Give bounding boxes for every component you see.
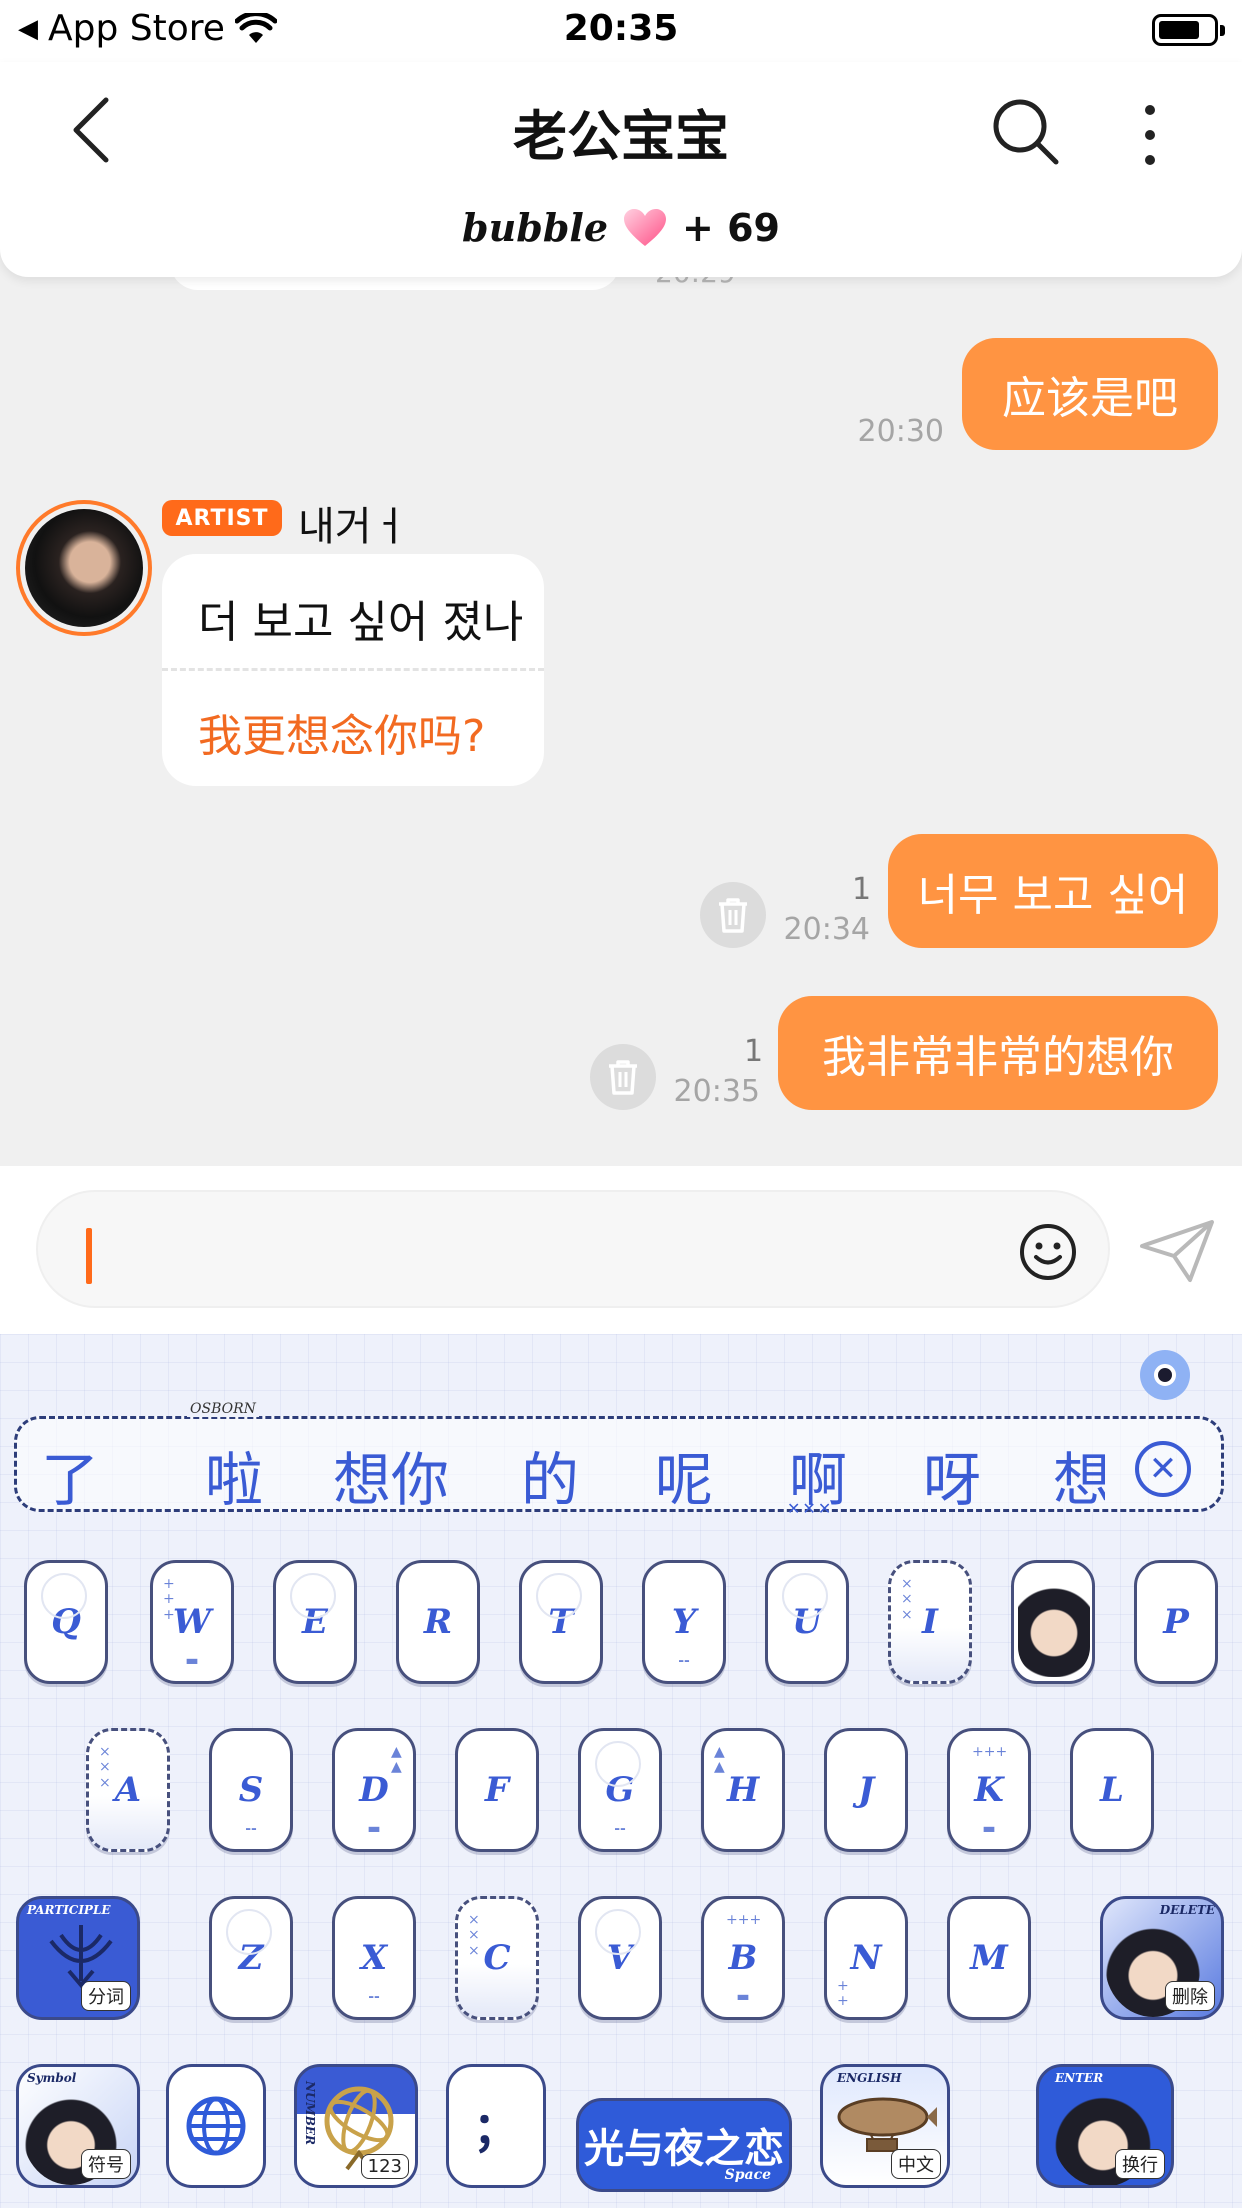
bubble-logo: bubble xyxy=(462,205,608,250)
keyboard: OSBORN 了 啦 想你 的 呢 啊 呀 想 ✕ ✕✕✕ Q + + + W ▬ E … xyxy=(0,1334,1242,2208)
delete-key[interactable]: DELETE 删除 xyxy=(1100,1896,1224,2020)
candidate-word[interactable]: 呢 xyxy=(655,1433,713,1517)
outgoing-message-3[interactable]: 我非常非常的想你 xyxy=(778,996,1218,1110)
key-o[interactable] xyxy=(1011,1560,1095,1684)
outgoing-message-1[interactable]: 应该是吧 xyxy=(962,338,1218,450)
key-f[interactable]: F xyxy=(455,1728,539,1852)
key-y[interactable]: Y -- xyxy=(642,1560,726,1684)
candidate-bar: OSBORN 了 啦 想你 的 呢 啊 呀 想 ✕ ✕✕✕ xyxy=(14,1401,1224,1518)
key-x[interactable]: X -- xyxy=(332,1896,416,2020)
emoji-icon[interactable] xyxy=(1018,1222,1078,1282)
key-h[interactable]: ▲ ▲ H xyxy=(701,1728,785,1852)
close-candidates-icon[interactable]: ✕ xyxy=(1135,1441,1191,1497)
key-r[interactable]: R xyxy=(396,1560,480,1684)
symbol-key[interactable]: Symbol 符号 xyxy=(16,2064,140,2188)
artist-avatar[interactable] xyxy=(16,500,152,636)
key-k[interactable]: +++ K ▬ xyxy=(947,1728,1031,1852)
artist-badge: ARTIST xyxy=(162,500,282,536)
read-count-2: 1 xyxy=(852,872,872,907)
key-u[interactable]: U xyxy=(765,1560,849,1684)
key-v[interactable]: V xyxy=(578,1896,662,2020)
number-key[interactable]: NUMBER 123 xyxy=(294,2064,418,2188)
english-key[interactable]: ENGLISH 中文 xyxy=(820,2064,950,2188)
text-caret xyxy=(86,1228,92,1284)
chibi-character-icon xyxy=(1018,1567,1090,1677)
message-time-2: 20:34 xyxy=(783,912,870,947)
incoming-message-translation: 我更想念你吗? xyxy=(198,711,486,762)
space-key-logo: 光与夜之恋 xyxy=(584,2125,784,2172)
heart-icon xyxy=(624,208,666,246)
candidate-bar-decoration: ✕✕✕ xyxy=(787,1499,834,1518)
outgoing-message-2[interactable]: 너무 보고 싶어 xyxy=(888,834,1218,948)
artist-name: 내거ㅓ xyxy=(298,504,409,550)
chat-header: 老公宝宝 bubble + 69 xyxy=(0,62,1242,277)
incoming-message[interactable]: 더 보고 싶어 졌나 我更想念你吗? xyxy=(162,554,544,786)
keyboard-mascot-icon[interactable] xyxy=(1140,1350,1190,1400)
delete-message-icon[interactable] xyxy=(700,882,766,948)
bubble-count: + 69 xyxy=(682,205,780,250)
candidate-word[interactable]: 想 xyxy=(1053,1433,1105,1517)
message-input[interactable] xyxy=(36,1190,1110,1308)
semicolon-key[interactable]: ； xyxy=(446,2064,546,2188)
key-p[interactable]: P xyxy=(1134,1560,1218,1684)
battery-icon xyxy=(1152,14,1225,46)
message-time-1: 20:30 xyxy=(857,414,944,449)
key-t[interactable]: T xyxy=(519,1560,603,1684)
key-g[interactable]: G -- xyxy=(578,1728,662,1852)
candidate-word[interactable]: 的 xyxy=(521,1433,579,1517)
search-icon[interactable] xyxy=(990,96,1060,166)
key-n[interactable]: + + N xyxy=(824,1896,908,2020)
key-w[interactable]: + + + W ▬ xyxy=(150,1560,234,1684)
key-i[interactable]: × × × I xyxy=(888,1560,972,1684)
message-time-3: 20:35 xyxy=(673,1074,760,1109)
globe-key[interactable] xyxy=(166,2064,266,2188)
key-c[interactable]: × × × C xyxy=(455,1896,539,2020)
read-count-3: 1 xyxy=(744,1034,764,1069)
incoming-message-text: 더 보고 싶어 졌나 xyxy=(198,597,524,648)
send-icon[interactable] xyxy=(1138,1218,1216,1284)
space-key[interactable]: 光与夜之恋 Space xyxy=(576,2098,792,2192)
key-d[interactable]: ▲ ▲ D ▬ xyxy=(332,1728,416,1852)
message-input-area xyxy=(0,1166,1242,1334)
candidate-word[interactable]: 呀 xyxy=(923,1433,981,1517)
status-bar: ◀ App Store 20:35 xyxy=(0,0,1242,62)
candidate-word[interactable]: 想你 xyxy=(333,1433,449,1517)
key-j[interactable]: J xyxy=(824,1728,908,1852)
key-e[interactable]: E xyxy=(273,1560,357,1684)
key-q[interactable]: Q xyxy=(24,1560,108,1684)
bubble-counter[interactable]: bubble + 69 xyxy=(0,205,1242,250)
key-l[interactable]: L xyxy=(1070,1728,1154,1852)
globe-icon xyxy=(186,2096,246,2156)
translation-divider xyxy=(162,668,544,671)
participle-key[interactable]: PARTICIPLE 分词 xyxy=(16,1896,140,2020)
candidate-bar-label: OSBORN xyxy=(187,1401,259,1417)
key-b[interactable]: +++ B ▬ xyxy=(701,1896,785,2020)
enter-key[interactable]: ENTER 换行 xyxy=(1036,2064,1174,2188)
key-a[interactable]: × × × A xyxy=(86,1728,170,1852)
key-z[interactable]: Z xyxy=(209,1896,293,2020)
key-m[interactable]: M xyxy=(947,1896,1031,2020)
more-options-icon[interactable] xyxy=(1128,100,1172,170)
key-s[interactable]: S -- xyxy=(209,1728,293,1852)
candidate-word[interactable]: 啦 xyxy=(205,1433,263,1517)
candidate-word[interactable]: 了 xyxy=(41,1433,99,1517)
status-time: 20:35 xyxy=(563,8,679,49)
chandelier-icon xyxy=(49,1925,113,1989)
delete-message-icon[interactable] xyxy=(590,1044,656,1110)
space-key-label: Space xyxy=(724,2167,771,2183)
